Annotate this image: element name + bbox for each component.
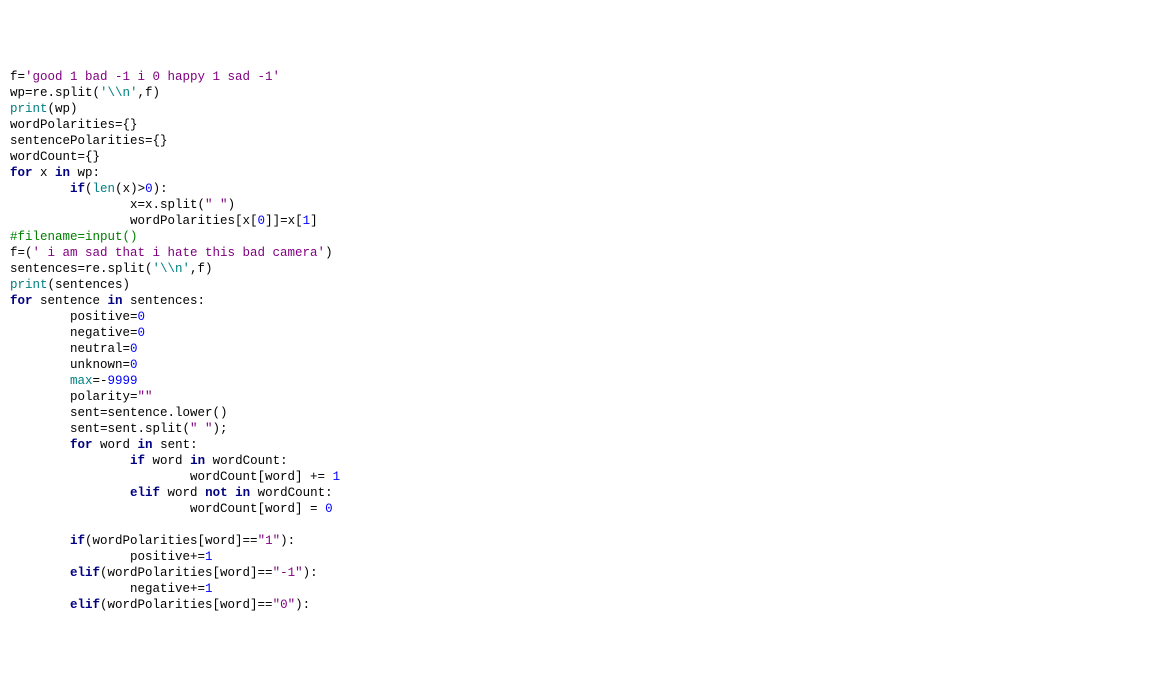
code-line: elif(wordPolarities[word]=="-1"): (10, 566, 318, 580)
code-line: f=(' i am sad that i hate this bad camer… (10, 246, 333, 260)
code-line: print(sentences) (10, 278, 130, 292)
code-line: positive+=1 (10, 550, 213, 564)
code-line: wordPolarities={} (10, 118, 138, 132)
code-line: negative+=1 (10, 582, 213, 596)
code-line: neutral=0 (10, 342, 138, 356)
code-line: wordCount[word] += 1 (10, 470, 340, 484)
code-line: wp=re.split('\\n',f) (10, 86, 160, 100)
code-line: negative=0 (10, 326, 145, 340)
code-line: #filename=input() (10, 230, 138, 244)
code-line: for sentence in sentences: (10, 294, 205, 308)
code-line: if(wordPolarities[word]=="1"): (10, 534, 295, 548)
code-block: f='good 1 bad -1 i 0 happy 1 sad -1' wp=… (10, 69, 1142, 613)
code-line: positive=0 (10, 310, 145, 324)
code-line: sent=sentence.lower() (10, 406, 228, 420)
code-line: polarity="" (10, 390, 153, 404)
code-line: max=-9999 (10, 374, 138, 388)
code-line: sentences=re.split('\\n',f) (10, 262, 213, 276)
code-line: wordCount[word] = 0 (10, 502, 333, 516)
code-line: print(wp) (10, 102, 78, 116)
code-line: if(len(x)>0): (10, 182, 168, 196)
code-line: x=x.split(" ") (10, 198, 235, 212)
code-line: f='good 1 bad -1 i 0 happy 1 sad -1' (10, 70, 280, 84)
code-line: for x in wp: (10, 166, 100, 180)
code-line: wordCount={} (10, 150, 100, 164)
code-line: elif word not in wordCount: (10, 486, 333, 500)
code-line: sent=sent.split(" "); (10, 422, 228, 436)
code-line: elif(wordPolarities[word]=="0"): (10, 598, 310, 612)
code-line: if word in wordCount: (10, 454, 288, 468)
code-line: wordPolarities[x[0]]=x[1] (10, 214, 318, 228)
code-line: unknown=0 (10, 358, 138, 372)
code-line: for word in sent: (10, 438, 198, 452)
code-line: sentencePolarities={} (10, 134, 168, 148)
